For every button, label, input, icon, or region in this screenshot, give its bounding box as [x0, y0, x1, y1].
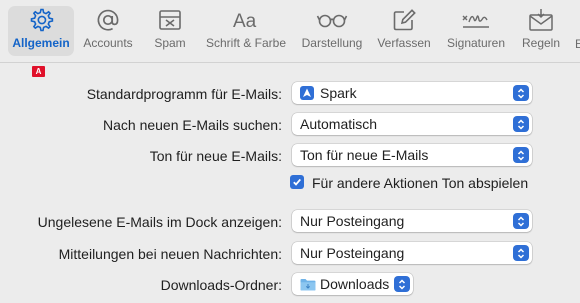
preferences-toolbar: Allgemein Accounts Spam Aa Schrift & Far…	[0, 0, 580, 62]
glasses-icon	[316, 6, 348, 34]
other-sounds-checkbox[interactable]	[290, 175, 304, 189]
signature-icon	[460, 6, 492, 34]
popup-stepper-icon	[394, 276, 410, 292]
downloads-value: Downloads	[320, 276, 390, 292]
check-mail-popup[interactable]: Automatisch	[292, 113, 532, 135]
default-mail-popup[interactable]: Spark	[292, 82, 532, 104]
fonts-icon: Aa	[231, 6, 261, 34]
tab-label: Allgemein	[12, 36, 70, 50]
tab-label: Verfassen	[377, 36, 431, 50]
notifications-value: Nur Posteingang	[300, 245, 405, 261]
tab-verfassen[interactable]: Verfassen	[374, 6, 434, 56]
other-sounds-label[interactable]: Für andere Aktionen Ton abspielen	[312, 175, 528, 191]
tab-label: Darstellung	[301, 36, 363, 50]
tab-spam[interactable]: Spam	[148, 6, 192, 56]
rules-icon	[527, 6, 555, 34]
tab-overflow-indicator: E	[575, 37, 580, 51]
default-mail-label: Standardprogramm für E-Mails:	[86, 86, 282, 102]
sound-label: Ton für neue E-Mails:	[149, 148, 282, 164]
dock-unread-popup[interactable]: Nur Posteingang	[292, 210, 532, 232]
popup-stepper-icon	[513, 147, 529, 163]
tab-accounts[interactable]: Accounts	[80, 6, 136, 56]
popup-stepper-icon	[513, 85, 529, 101]
popup-stepper-icon	[513, 245, 529, 261]
popup-stepper-icon	[513, 213, 529, 229]
dock-unread-value: Nur Posteingang	[300, 213, 405, 229]
compose-icon	[391, 6, 417, 34]
annotation-badge-a: A	[32, 66, 45, 77]
dock-unread-label: Ungelesene E-Mails im Dock anzeigen:	[37, 214, 282, 230]
tab-label: Schrift & Farbe	[205, 36, 287, 50]
tab-label: Signaturen	[446, 36, 506, 50]
notifications-label: Mitteilungen bei neuen Nachrichten:	[58, 246, 282, 262]
tab-label: Regeln	[521, 36, 561, 50]
sound-value: Ton für neue E-Mails	[300, 147, 429, 163]
svg-text:Aa: Aa	[233, 11, 257, 32]
sound-popup[interactable]: Ton für neue E-Mails	[292, 144, 532, 166]
tab-label: Spam	[154, 36, 186, 50]
popup-stepper-icon	[513, 116, 529, 132]
tab-signaturen[interactable]: Signaturen	[442, 6, 510, 56]
junk-icon	[157, 6, 183, 34]
default-mail-value: Spark	[320, 85, 357, 101]
tab-label: Accounts	[83, 36, 133, 50]
downloads-label: Downloads-Ordner:	[160, 277, 282, 293]
check-mail-label: Nach neuen E-Mails suchen:	[103, 117, 282, 133]
at-icon	[95, 6, 121, 34]
tab-schrift-farbe[interactable]: Aa Schrift & Farbe	[202, 6, 290, 56]
tab-darstellung[interactable]: Darstellung	[298, 6, 366, 56]
checkmark-icon	[293, 178, 301, 186]
toolbar-divider	[0, 62, 580, 63]
notifications-popup[interactable]: Nur Posteingang	[292, 242, 532, 264]
tab-allgemein[interactable]: Allgemein	[8, 6, 74, 56]
downloads-popup[interactable]: Downloads	[292, 273, 413, 295]
gear-icon	[28, 6, 54, 34]
check-mail-value: Automatisch	[300, 116, 378, 132]
tab-regeln[interactable]: Regeln	[518, 6, 564, 56]
